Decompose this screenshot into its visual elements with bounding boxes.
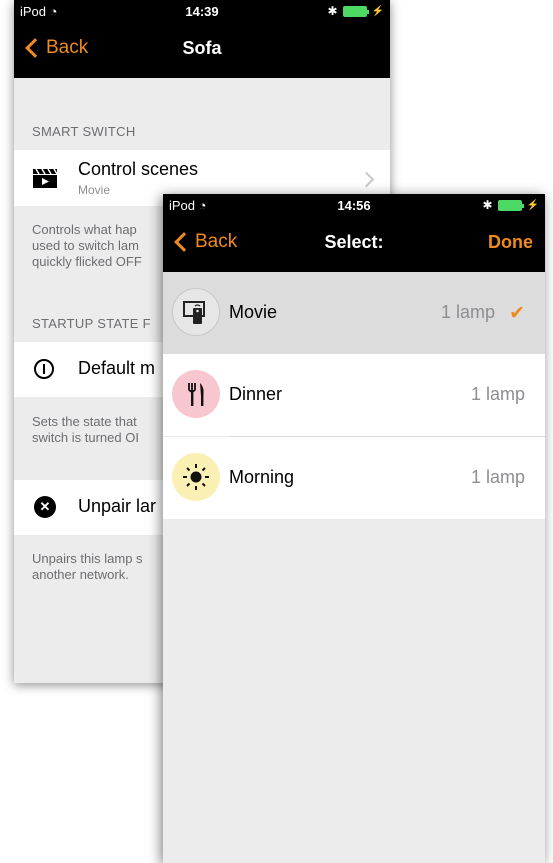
nav-bar: Back Select: Done (163, 216, 545, 272)
scene-lamp-count: 1 lamp (470, 384, 525, 404)
smart-switch-header: SMART SWITCH (32, 124, 136, 139)
close-icon: ✕ (34, 496, 56, 518)
clapperboard-icon (33, 168, 58, 188)
scene-row-morning[interactable]: Morning 1 lamp (163, 437, 545, 519)
chevron-right-icon (358, 171, 375, 188)
remote-icon (172, 288, 220, 336)
bluetooth-icon: ✱ (482, 198, 493, 212)
scene-lamp-count: 1 lamp (470, 467, 525, 487)
checkmark-icon: ✔ (509, 303, 525, 324)
scene-name: Dinner (229, 384, 283, 404)
charging-icon: ⚡ (371, 5, 384, 17)
nav-title: Sofa (182, 38, 222, 58)
nav-bar: Back Sofa (14, 22, 390, 78)
unpair-lamp-label: Unpair lar (78, 496, 157, 516)
status-bar: iPod ◔ 14:39 ✱ ⚡ (14, 0, 390, 22)
select-scene-screen: iPod ◔ 14:56 ✱ ⚡ Back Select: Done Movie… (163, 194, 545, 863)
battery-icon (497, 199, 524, 211)
scene-name: Morning (229, 467, 295, 487)
status-bar: iPod ◔ 14:56 ✱ ⚡ (163, 194, 545, 216)
control-scenes-label: Control scenes (78, 159, 199, 179)
bluetooth-icon: ✱ (327, 4, 338, 18)
sun-icon (172, 453, 220, 501)
control-scenes-value: Movie (78, 183, 111, 197)
scene-row-dinner[interactable]: Dinner 1 lamp (163, 354, 545, 436)
default-mode-label: Default m (78, 358, 156, 378)
startup-state-header: STARTUP STATE F (32, 316, 151, 331)
power-icon (34, 359, 54, 379)
scene-row-movie[interactable]: Movie 1 lamp ✔ (163, 272, 545, 354)
done-button[interactable]: Done (488, 232, 533, 253)
battery-icon (342, 5, 369, 17)
cutlery-icon (172, 370, 220, 418)
scene-name: Movie (229, 302, 278, 322)
scene-lamp-count: 1 lamp (440, 302, 495, 322)
charging-icon: ⚡ (526, 199, 539, 211)
